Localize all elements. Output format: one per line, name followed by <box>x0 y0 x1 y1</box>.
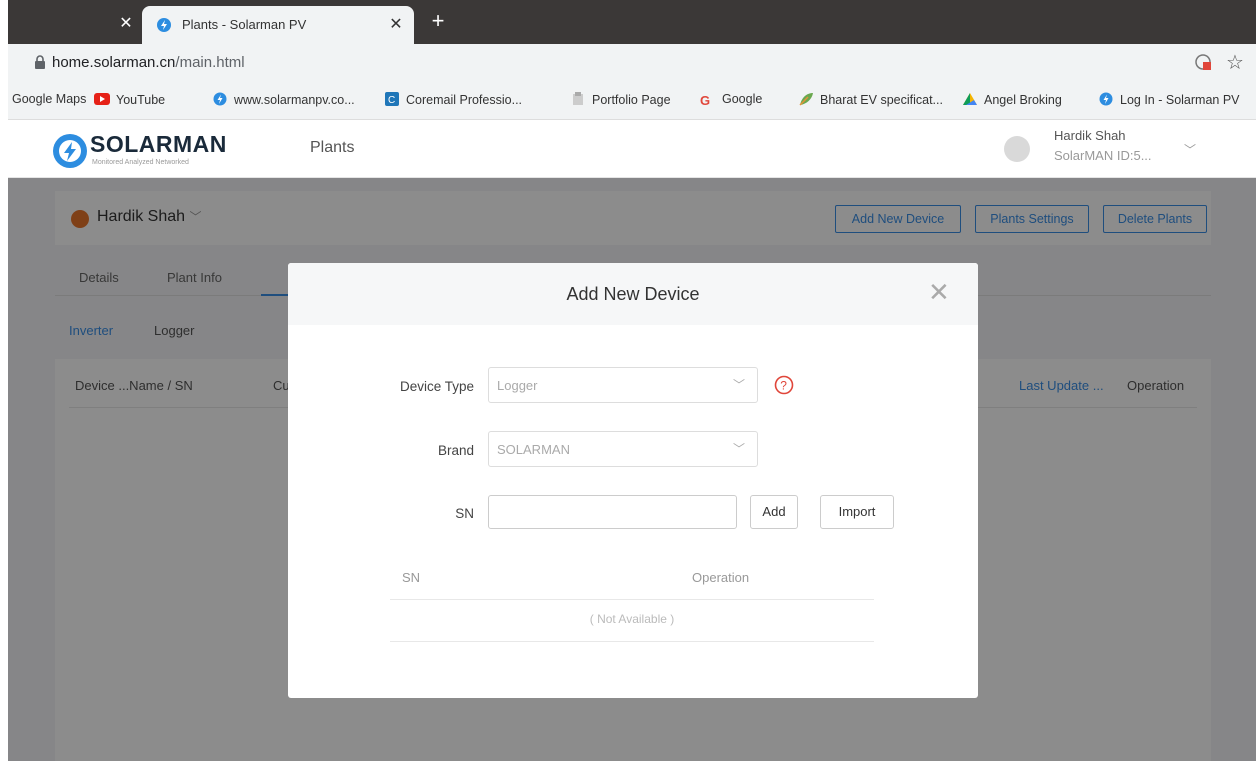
bookmark-solarman-login[interactable]: Log In - Solarman PV <box>1098 92 1240 107</box>
list-empty-text: ( Not Available ) <box>589 612 675 626</box>
svg-text:C: C <box>388 95 395 106</box>
add-button[interactable]: Add <box>750 495 798 529</box>
close-icon[interactable]: ✕ <box>928 279 950 305</box>
modal-title: Add New Device <box>566 284 700 304</box>
url-text[interactable]: home.solarman.cn/main.html <box>52 54 245 71</box>
new-tab-icon[interactable]: + <box>426 10 450 34</box>
bookmark-angel-broking[interactable]: Angel Broking <box>962 92 1062 107</box>
device-type-label: Device Type <box>399 379 474 394</box>
drive-icon <box>963 93 977 105</box>
list-col-sn: SN <box>402 570 421 585</box>
svg-text:?: ? <box>780 379 787 393</box>
list-col-operation: Operation <box>692 570 750 585</box>
sn-input[interactable] <box>488 495 737 529</box>
chevron-down-icon[interactable]: ﹀ <box>1184 141 1196 158</box>
bookmark-portfolio[interactable]: Portfolio Page <box>570 92 671 107</box>
previous-tab-close-icon[interactable]: ✕ <box>116 14 136 34</box>
bookmark-google[interactable]: G Google <box>700 92 762 108</box>
address-bar[interactable]: home.solarman.cn/main.html ☆ <box>8 44 1256 80</box>
tab-title: Plants - Solarman PV <box>182 17 307 32</box>
brand-select[interactable]: SOLARMAN ﹀ <box>488 431 758 467</box>
logo-subtitle: Monitored Analyzed Networked <box>92 159 189 166</box>
bookmarks-bar: Google Maps YouTube www.solarmanpv.co...… <box>8 80 1256 120</box>
bookmark-google-maps[interactable]: Google Maps <box>12 92 86 106</box>
tab-close-icon[interactable]: ✕ <box>386 15 406 35</box>
google-icon: G <box>700 93 711 108</box>
browser-tabstrip: ✕ Plants - Solarman PV ✕ + <box>8 0 1256 44</box>
bookmark-solarmanpv[interactable]: www.solarmanpv.co... <box>212 92 355 107</box>
add-new-device-dialog: Add New Device ✕ Device Type Logger ﹀ ? … <box>288 263 978 698</box>
browser-tab-active[interactable]: Plants - Solarman PV ✕ <box>142 6 414 44</box>
translate-extension-icon[interactable] <box>1194 53 1212 71</box>
leaf-icon <box>799 93 813 106</box>
device-type-value: Logger <box>497 378 538 393</box>
coremail-icon: C <box>385 92 399 106</box>
chevron-down-icon: ﹀ <box>732 378 745 392</box>
brand-label: Brand <box>437 443 474 458</box>
user-id: SolarMAN ID:5... <box>1054 148 1152 163</box>
list-header-divider <box>390 599 874 600</box>
user-name[interactable]: Hardik Shah <box>1054 128 1126 143</box>
brand-value: SOLARMAN <box>497 442 570 457</box>
bookmark-coremail[interactable]: C Coremail Professio... <box>384 92 522 107</box>
sn-label: SN <box>455 506 474 521</box>
device-type-select[interactable]: Logger ﹀ <box>488 367 758 403</box>
avatar[interactable] <box>1004 136 1030 162</box>
solarman-logo-icon[interactable] <box>52 133 88 169</box>
help-icon[interactable]: ? <box>774 375 794 395</box>
solarman-icon <box>213 92 227 106</box>
bookmark-star-icon[interactable]: ☆ <box>1226 50 1244 75</box>
youtube-icon <box>94 93 110 105</box>
logo-text: SOLARMAN <box>90 131 227 157</box>
app-header: SOLARMAN Monitored Analyzed Networked Pl… <box>8 121 1256 178</box>
import-button[interactable]: Import <box>820 495 894 529</box>
solarman-favicon-icon <box>157 18 171 32</box>
lock-icon <box>35 55 45 69</box>
bookmark-youtube[interactable]: YouTube <box>94 92 165 107</box>
modal-header: Add New Device ✕ <box>288 263 978 325</box>
list-bottom-divider <box>390 641 874 642</box>
nav-plants[interactable]: Plants <box>310 139 354 157</box>
chevron-down-icon: ﹀ <box>732 442 745 456</box>
portfolio-icon <box>573 92 583 105</box>
bookmark-bharat-ev[interactable]: Bharat EV specificat... <box>798 92 943 107</box>
solarman-icon <box>1099 92 1113 106</box>
